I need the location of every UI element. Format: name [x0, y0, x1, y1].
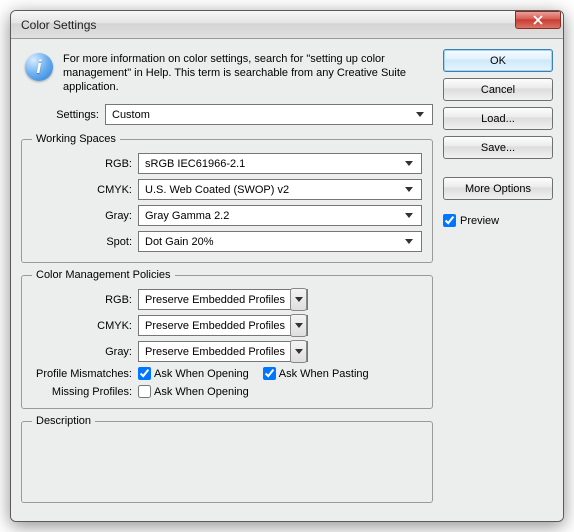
description-group: Description [21, 415, 433, 503]
pol-gray-dropdown[interactable]: Preserve Embedded Profiles [138, 341, 308, 362]
left-panel: i For more information on color settings… [21, 49, 433, 509]
preview-checkbox[interactable] [443, 214, 456, 227]
description-legend: Description [32, 415, 95, 427]
pol-rgb-label: RGB: [32, 294, 132, 306]
chevron-down-icon [290, 288, 307, 311]
ws-gray-dropdown[interactable]: Gray Gamma 2.2 [138, 205, 422, 226]
info-text: For more information on color settings, … [63, 53, 431, 94]
chevron-down-icon [401, 232, 417, 251]
cancel-button[interactable]: Cancel [443, 78, 553, 101]
ws-cmyk-dropdown[interactable]: U.S. Web Coated (SWOP) v2 [138, 179, 422, 200]
ws-rgb-dropdown[interactable]: sRGB IEC61966-2.1 [138, 153, 422, 174]
ws-rgb-label: RGB: [32, 158, 132, 170]
dialog-body: i For more information on color settings… [11, 39, 563, 521]
ws-spot-label: Spot: [32, 236, 132, 248]
chevron-down-icon [290, 340, 307, 363]
close-button[interactable] [515, 11, 561, 29]
chevron-down-icon [412, 105, 428, 124]
pol-cmyk-dropdown[interactable]: Preserve Embedded Profiles [138, 315, 308, 336]
chevron-down-icon [290, 314, 307, 337]
more-options-button[interactable]: More Options [443, 177, 553, 200]
ws-cmyk-label: CMYK: [32, 184, 132, 196]
settings-row: Settings: Custom [21, 102, 433, 133]
info-icon: i [25, 53, 53, 81]
settings-value: Custom [112, 109, 412, 121]
titlebar: Color Settings [11, 11, 563, 39]
close-icon [533, 15, 543, 25]
color-settings-dialog: Color Settings i For more information on… [10, 10, 564, 522]
window-title: Color Settings [21, 18, 96, 32]
load-button[interactable]: Load... [443, 107, 553, 130]
missing-label: Missing Profiles: [32, 386, 132, 398]
mismatch-paste-checkbox[interactable]: Ask When Pasting [263, 367, 369, 380]
working-spaces-group: Working Spaces RGB: sRGB IEC61966-2.1 CM… [21, 133, 433, 263]
chevron-down-icon [401, 180, 417, 199]
info-row: i For more information on color settings… [21, 49, 433, 102]
working-spaces-legend: Working Spaces [32, 133, 120, 145]
right-panel: OK Cancel Load... Save... More Options P… [443, 49, 553, 509]
chevron-down-icon [401, 206, 417, 225]
mismatch-label: Profile Mismatches: [32, 368, 132, 380]
ws-gray-label: Gray: [32, 210, 132, 222]
settings-label: Settings: [21, 109, 99, 121]
preview-label: Preview [460, 215, 499, 227]
pol-cmyk-label: CMYK: [32, 320, 132, 332]
policies-legend: Color Management Policies [32, 269, 175, 281]
missing-open-checkbox[interactable]: Ask When Opening [138, 385, 249, 398]
mismatch-open-checkbox[interactable]: Ask When Opening [138, 367, 249, 380]
pol-rgb-dropdown[interactable]: Preserve Embedded Profiles [138, 289, 308, 310]
ok-button[interactable]: OK [443, 49, 553, 72]
chevron-down-icon [401, 154, 417, 173]
settings-dropdown[interactable]: Custom [105, 104, 433, 125]
ws-spot-dropdown[interactable]: Dot Gain 20% [138, 231, 422, 252]
save-button[interactable]: Save... [443, 136, 553, 159]
policies-group: Color Management Policies RGB: Preserve … [21, 269, 433, 409]
pol-gray-label: Gray: [32, 346, 132, 358]
